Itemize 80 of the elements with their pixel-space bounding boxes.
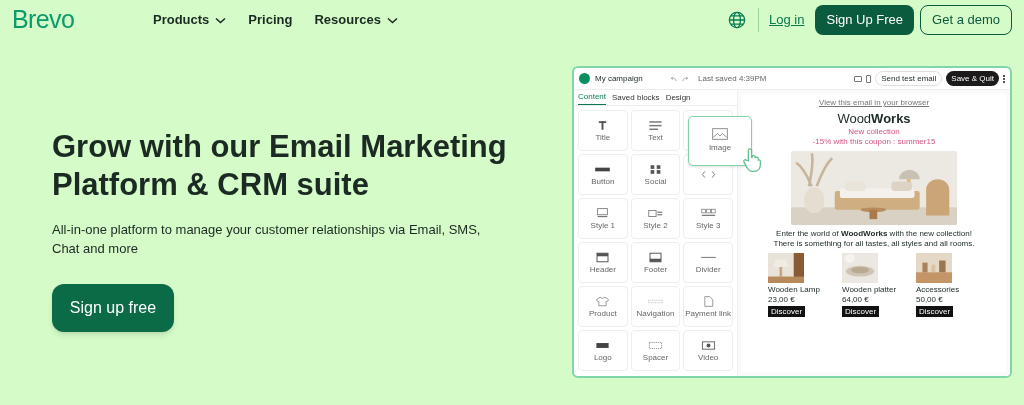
product-name: Wooden platter: [842, 285, 897, 295]
style1-block-icon: [595, 207, 611, 219]
product-price: 64,00 €: [842, 295, 869, 305]
login-link[interactable]: Log in: [769, 10, 805, 30]
discover-button[interactable]: Discover: [768, 306, 806, 317]
content-block[interactable]: Title: [578, 110, 628, 151]
header-block-icon: [595, 251, 611, 263]
text-block-icon: [648, 119, 663, 131]
nav-link[interactable]: Resources: [314, 10, 398, 30]
save-quit-button[interactable]: Save & Quit: [946, 71, 999, 86]
content-block[interactable]: Logo: [578, 330, 628, 371]
brand-icon: [579, 73, 590, 84]
block-label: Footer: [643, 265, 668, 274]
content-block[interactable]: Text: [630, 110, 681, 151]
product-name: Wooden Lamp: [768, 285, 820, 295]
coupon-text: -15% with this coupon : summer15: [812, 137, 936, 147]
block-label: Button: [591, 177, 615, 186]
signup-button[interactable]: Sign Up Free: [815, 5, 915, 35]
content-block[interactable]: Header: [578, 242, 628, 283]
content-block[interactable]: Style 3: [683, 198, 733, 239]
content-block[interactable]: Footer: [630, 242, 681, 283]
content-block[interactable]: Payment link: [683, 286, 733, 327]
block-label: Divider: [695, 265, 721, 274]
content-block[interactable]: Style 2: [630, 198, 681, 239]
content-block[interactable]: Video: [683, 330, 733, 371]
html-block-icon: [700, 169, 716, 180]
block-label: Image: [708, 142, 732, 154]
content-block[interactable]: Product: [578, 286, 628, 327]
block-label: Navigation: [636, 309, 675, 318]
image-icon: [712, 128, 728, 140]
save-status: Last saved 4:39PM: [698, 72, 767, 85]
content-block[interactable]: Button: [578, 154, 628, 195]
spacer-block-icon: [648, 339, 663, 351]
block-label: Title: [595, 133, 611, 142]
content-block[interactable]: Style 1: [578, 198, 628, 239]
mobile-icon[interactable]: [866, 74, 872, 83]
globe-icon[interactable]: [728, 11, 747, 29]
brand-name: WoodWorks: [837, 111, 911, 126]
block-label: Style 2: [643, 221, 668, 230]
editor-tab[interactable]: Design: [665, 90, 691, 105]
block-label: Payment link: [685, 309, 732, 318]
block-label: Social: [644, 177, 667, 186]
discover-button[interactable]: Discover: [916, 306, 954, 317]
block-label: Text: [648, 133, 663, 142]
tagline: New collection: [848, 127, 900, 137]
block-label: Spacer: [642, 353, 669, 362]
browser-link[interactable]: View this email in your browser: [818, 98, 930, 108]
nav-link[interactable]: Pricing: [248, 10, 293, 30]
demo-button[interactable]: Get a demo: [920, 5, 1012, 35]
block-label: Product: [589, 309, 617, 318]
signup-button[interactable]: Sign up free: [52, 284, 174, 332]
nav-link[interactable]: Products: [153, 10, 227, 30]
editor-tab[interactable]: Saved blocks: [612, 90, 660, 105]
campaign-name: My campaign: [595, 72, 644, 85]
content-block[interactable]: Social: [630, 154, 681, 195]
style2-block-icon: [648, 207, 663, 219]
social-block-icon: [648, 163, 663, 175]
product-price: 50,00 €: [916, 295, 943, 305]
hero-subtitle: All-in-one platform to manage your customer relationships via Email, SMS, Chat and more: [52, 221, 482, 258]
style3-block-icon: [700, 207, 716, 219]
content-block[interactable]: Divider: [683, 242, 733, 283]
hero-title: Grow with our Email Marketing Platform & CRM suite: [52, 128, 508, 204]
product-price: 23,00 €: [768, 295, 795, 305]
dragged-block-tooltip[interactable]: Image: [688, 116, 752, 166]
block-label: Logo: [593, 353, 612, 362]
product-block-icon: [595, 295, 611, 307]
footer-block-icon: [648, 251, 663, 263]
desktop-icon[interactable]: [854, 75, 863, 82]
block-label: Style 3: [695, 221, 721, 230]
block-label: Style 1: [590, 221, 616, 230]
intro-text: Enter the world of WoodWorks with the new collection!: [776, 229, 972, 239]
block-label: Video: [698, 353, 719, 362]
video-block-icon: [700, 339, 716, 351]
product-name: Accessories: [916, 285, 960, 295]
intro-text: There is something for all tastes, all styles and all rooms.: [773, 239, 975, 249]
block-label: Header: [589, 265, 616, 274]
content-block[interactable]: Navigation: [630, 286, 681, 327]
discover-button[interactable]: Discover: [842, 306, 880, 317]
content-block[interactable]: Spacer: [630, 330, 681, 371]
editor-tab[interactable]: Content: [578, 90, 607, 105]
